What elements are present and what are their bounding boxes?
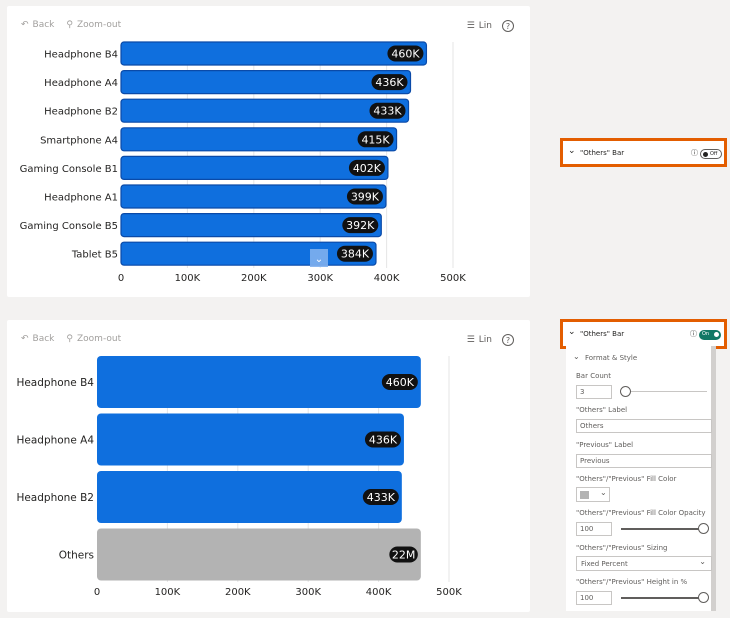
category-label: Headphone A4 bbox=[16, 435, 94, 447]
info-icon: ⓘ bbox=[690, 330, 697, 338]
chart-card-bottom: ↶ Back ⚲ Zoom-out ☰ Lin ? 0 100K 200K 300K 400K… bbox=[7, 320, 530, 612]
data-label: 402K bbox=[353, 162, 382, 175]
bar bbox=[120, 127, 398, 152]
category-label: Gaming Console B5 bbox=[20, 221, 118, 232]
previous-label-label: "Previous" Label bbox=[576, 441, 634, 449]
data-label: 433K bbox=[367, 491, 396, 504]
bar bbox=[97, 471, 402, 523]
previous-label-input[interactable] bbox=[576, 454, 712, 468]
bar bbox=[120, 155, 389, 180]
chevron-down-icon[interactable]: ⌄ bbox=[568, 146, 576, 156]
height-input[interactable] bbox=[576, 591, 612, 605]
bar bbox=[120, 98, 410, 123]
section-title: Format & Style bbox=[585, 354, 638, 362]
data-label: 415K bbox=[361, 133, 390, 146]
others-label-input[interactable] bbox=[576, 419, 712, 433]
bar bbox=[97, 413, 404, 466]
fill-color-picker[interactable]: ⌄ bbox=[576, 487, 610, 502]
x-tick-label: 300K bbox=[307, 273, 333, 284]
category-label: Gaming Console B1 bbox=[20, 164, 118, 175]
height-track bbox=[621, 597, 701, 599]
category-label: Headphone A1 bbox=[44, 193, 118, 204]
x-tick-label: 100K bbox=[175, 273, 201, 284]
bar-count-label: Bar Count bbox=[576, 372, 611, 380]
bar-count-track bbox=[631, 391, 707, 392]
category-label: Tablet B5 bbox=[71, 250, 118, 261]
chevron-down-icon[interactable]: ⌄ bbox=[568, 327, 576, 337]
bar-count-input[interactable] bbox=[576, 385, 612, 399]
fill-color-label: "Others"/"Previous" Fill Color bbox=[576, 475, 677, 483]
fill-opacity-slider[interactable] bbox=[698, 523, 709, 534]
height-slider[interactable] bbox=[698, 592, 709, 603]
data-label: 433K bbox=[373, 105, 402, 118]
data-label: 460K bbox=[386, 376, 415, 389]
fill-opacity-label: "Others"/"Previous" Fill Color Opacity bbox=[576, 509, 706, 517]
data-label: 392K bbox=[346, 219, 375, 232]
data-label: 399K bbox=[351, 191, 380, 204]
chart-card-top: ↶ Back ⚲ Zoom-out ☰ Lin ? 0 100K 200K 300K 400K… bbox=[7, 6, 530, 297]
fill-opacity-track bbox=[621, 528, 701, 530]
others-bar-panel-off: ⌄ "Others" Bar ⓘ Off bbox=[560, 138, 727, 167]
category-label: Headphone B4 bbox=[44, 50, 118, 61]
bar bbox=[120, 69, 412, 95]
others-label-label: "Others" Label bbox=[576, 406, 628, 414]
height-label: "Others"/"Previous" Height in % bbox=[576, 578, 688, 586]
panel-title: "Others" Bar bbox=[580, 149, 625, 157]
x-tick-label: 200K bbox=[241, 273, 267, 284]
chevron-down-icon: ⌄ bbox=[699, 557, 706, 566]
x-tick-label: 200K bbox=[225, 587, 251, 598]
category-label: Headphone B2 bbox=[16, 492, 94, 504]
bar bbox=[120, 213, 382, 238]
data-label: 436K bbox=[369, 434, 398, 447]
bar-chart-bottom: 0 100K 200K 300K 400K 500K Headphone B4 460K Hea… bbox=[16, 356, 462, 598]
bar bbox=[97, 528, 421, 581]
x-tick-label: 500K bbox=[436, 587, 462, 598]
others-toggle-off[interactable]: Off bbox=[700, 149, 722, 159]
data-label: 22M bbox=[392, 549, 416, 562]
format-style-panel: ⌄ Format & Style Bar Count "Others" Labe… bbox=[566, 346, 716, 611]
x-tick-label: 100K bbox=[155, 587, 181, 598]
x-tick-label: 300K bbox=[295, 587, 321, 598]
chevron-down-icon: ⌄ bbox=[600, 488, 607, 497]
bar bbox=[120, 184, 387, 209]
panel-title: "Others" Bar bbox=[580, 330, 625, 338]
x-tick-label: 400K bbox=[374, 273, 400, 284]
chevron-down-icon: ⌄ bbox=[315, 254, 323, 265]
fill-opacity-input[interactable] bbox=[576, 522, 612, 536]
category-label: Others bbox=[59, 550, 94, 562]
others-bar-panel-on: ⌄ "Others" Bar ⓘ On bbox=[560, 319, 727, 349]
bar bbox=[120, 41, 428, 66]
x-tick-label: 0 bbox=[94, 587, 100, 598]
bar bbox=[97, 356, 421, 408]
data-label: 436K bbox=[375, 76, 404, 89]
x-tick-label: 500K bbox=[440, 273, 466, 284]
data-label: 460K bbox=[391, 48, 420, 61]
sizing-label: "Others"/"Previous" Sizing bbox=[576, 544, 668, 552]
category-label: Headphone B4 bbox=[16, 377, 94, 389]
category-label: Smartphone A4 bbox=[40, 135, 118, 146]
others-toggle-on[interactable]: On bbox=[699, 330, 721, 340]
bar-chart-top: 0 100K 200K 300K 400K 500K Headphone B4 460K Hea… bbox=[20, 41, 466, 284]
x-tick-label: 0 bbox=[118, 273, 124, 284]
category-label: Headphone A4 bbox=[44, 78, 118, 89]
chevron-down-icon[interactable]: ⌄ bbox=[573, 352, 580, 361]
x-tick-label: 400K bbox=[366, 587, 392, 598]
bar-count-slider[interactable] bbox=[620, 386, 631, 397]
category-label: Headphone B2 bbox=[44, 107, 118, 118]
info-icon: ⓘ bbox=[691, 149, 698, 157]
sizing-dropdown[interactable]: Fixed Percent ⌄ bbox=[576, 556, 712, 571]
data-label: 384K bbox=[341, 248, 370, 261]
